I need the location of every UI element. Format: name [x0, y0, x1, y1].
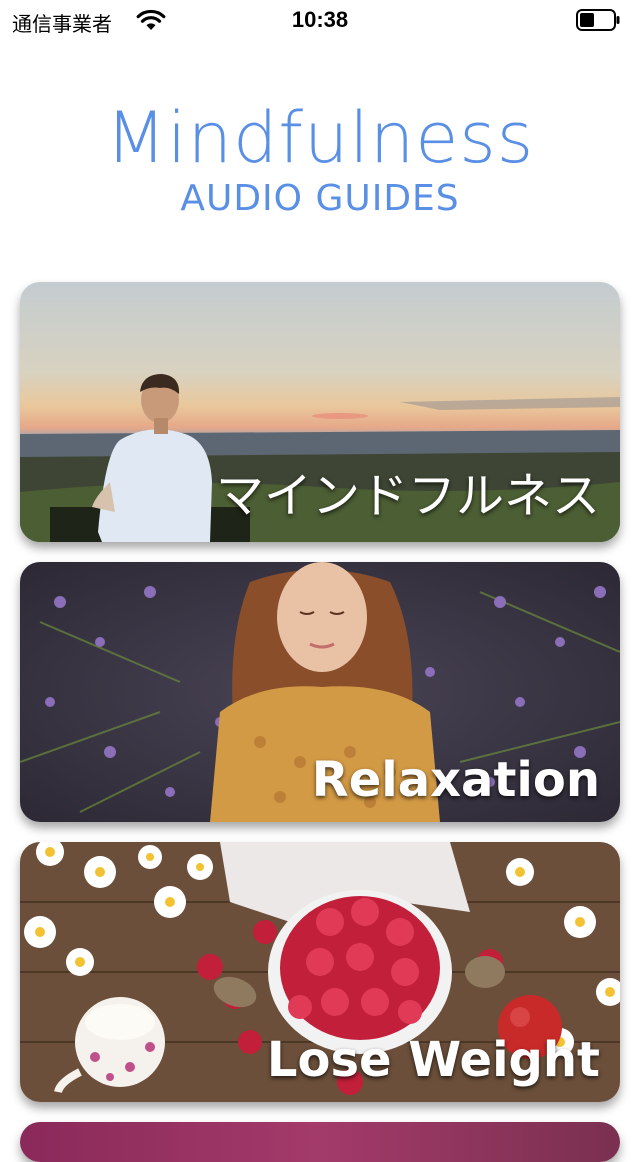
card-next-partial[interactable]: [20, 1122, 620, 1162]
card-label: マインドフルネス: [215, 468, 600, 524]
status-bar: 通信事業者 10:38: [0, 0, 640, 40]
card-lose-weight[interactable]: Lose Weight: [20, 842, 620, 1102]
card-label: Lose Weight: [266, 1032, 600, 1088]
battery-icon: [576, 9, 620, 31]
app-title: Mindfulness: [105, 97, 535, 179]
app-header: Mindfulness AUDIO GUIDES: [0, 98, 640, 222]
next-card-image: [20, 1122, 620, 1162]
card-relaxation[interactable]: Relaxation: [20, 562, 620, 822]
card-label: Relaxation: [311, 752, 600, 808]
status-time: 10:38: [291, 7, 349, 32]
app-subtitle: AUDIO GUIDES: [180, 178, 460, 219]
card-mindfulness[interactable]: マインドフルネス: [20, 282, 620, 542]
